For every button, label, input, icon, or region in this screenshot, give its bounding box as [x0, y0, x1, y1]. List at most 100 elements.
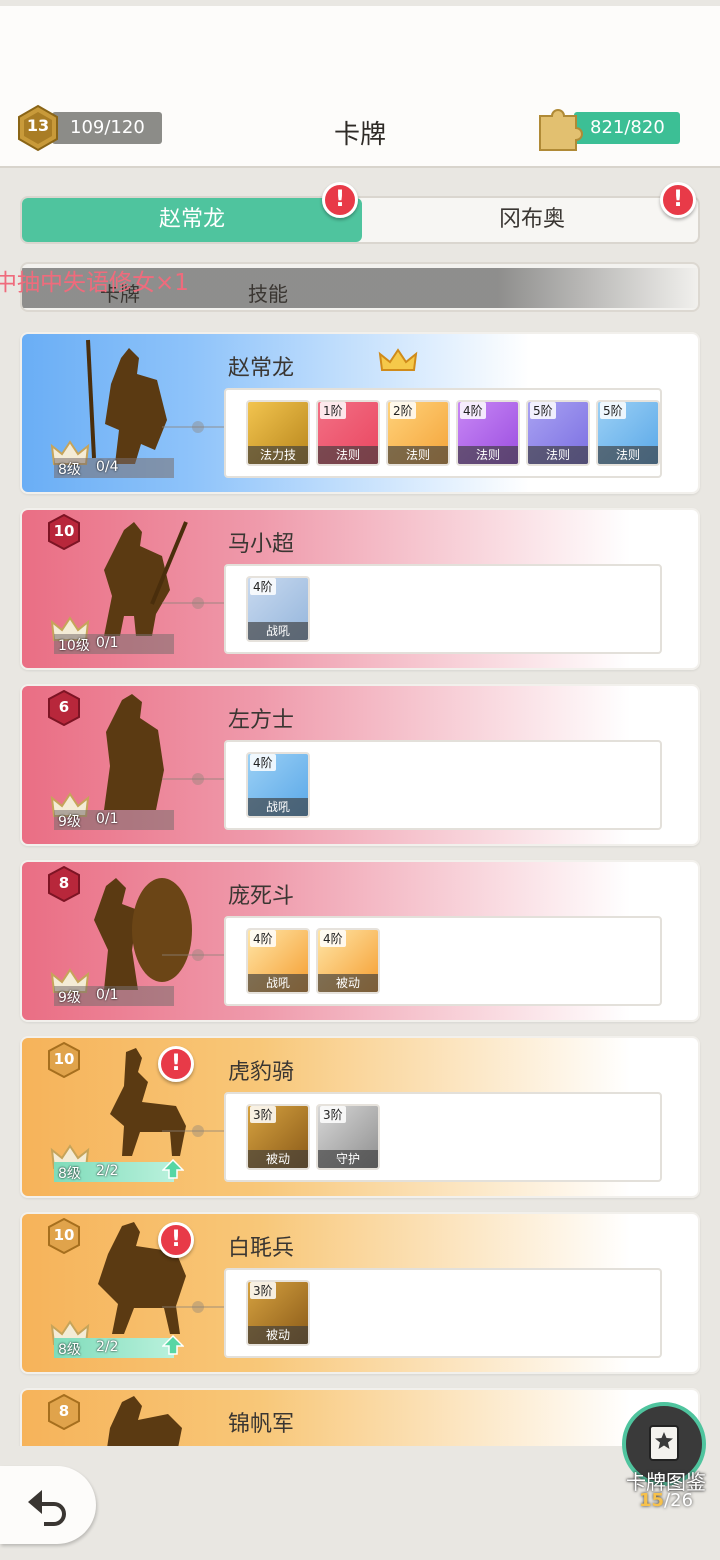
skill-label: 法则 [598, 446, 658, 464]
skill-label: 法则 [318, 446, 378, 464]
skill-label: 被动 [318, 974, 378, 992]
card-name: 马小超 [228, 532, 295, 557]
collection-total: /26 [664, 1490, 694, 1511]
skill-label: 被动 [248, 1150, 308, 1168]
skill-tier: 4阶 [460, 402, 486, 419]
card-row[interactable]: 10 ! 虎豹骑 8级 2/2 3阶被动 3阶守护 [20, 1036, 700, 1198]
bottom-area [0, 1446, 720, 1560]
skill-slot[interactable]: 1阶 法则 [316, 400, 380, 466]
card-level: 10级 [58, 638, 90, 654]
rank-number: 10 [53, 522, 75, 540]
connector-line [162, 773, 226, 785]
card-progress-bar: 10级 0/1 [54, 634, 174, 654]
collection-count: 15/26 [616, 1490, 716, 1511]
skill-slot[interactable]: 5阶法则 [596, 400, 660, 466]
skill-label: 守护 [318, 1150, 378, 1168]
skill-label: 法则 [388, 446, 448, 464]
card-row[interactable]: 10 马小超 10级 0/1 4阶战吼 [20, 508, 700, 670]
alert-icon: ! [322, 182, 358, 218]
card-progress-bar: 8级 2/2 [54, 1162, 174, 1182]
skill-slot[interactable]: 4阶战吼 [246, 576, 310, 642]
card-name: 虎豹骑 [228, 1060, 295, 1085]
card-name: 白毦兵 [228, 1236, 295, 1261]
connector-line [162, 1125, 226, 1137]
status-strip [0, 0, 720, 6]
skill-list: 法力技 1阶 法则 2阶法则 4阶法则 5阶法则 5阶法则 [224, 388, 662, 478]
card-name: 锦帆军 [228, 1412, 295, 1437]
skill-label: 法则 [528, 446, 588, 464]
rank-badge: 8 [48, 1394, 80, 1430]
connector-line [162, 1301, 226, 1313]
skill-slot[interactable]: 3阶守护 [316, 1104, 380, 1170]
card-level: 8级 [58, 1166, 81, 1182]
skill-tier: 2阶 [390, 402, 416, 419]
tab-zhao-changlong[interactable]: 赵常龙 [22, 198, 362, 242]
skill-slot[interactable]: 4阶战吼 [246, 752, 310, 818]
skill-list: 3阶被动 3阶守护 [224, 1092, 662, 1182]
card-count: 2/2 [96, 1163, 119, 1179]
skill-slot[interactable]: 4阶被动 [316, 928, 380, 994]
card-level: 9级 [58, 990, 81, 1006]
skill-slot[interactable]: 3阶 被动 [246, 1280, 310, 1346]
alert-icon: ! [660, 182, 696, 218]
skill-tier: 5阶 [600, 402, 626, 419]
card-progress-bar: 8级 2/2 [54, 1338, 174, 1358]
alert-icon: ! [158, 1046, 194, 1082]
skill-tier: 4阶 [250, 578, 276, 595]
shard-text: 821/820 [590, 117, 665, 138]
rank-badge: 10 [48, 1042, 80, 1078]
subtab-skills[interactable]: 技能 [248, 278, 288, 307]
card-name: 赵常龙 [228, 356, 295, 381]
tab-gangbuao[interactable]: 冈布奥 [362, 198, 702, 242]
skill-tier: 3阶 [250, 1106, 276, 1123]
back-button[interactable] [0, 1466, 96, 1544]
card-count: 0/1 [96, 811, 119, 827]
skill-label: 战吼 [248, 798, 308, 816]
skill-list: 4阶战吼 [224, 564, 662, 654]
puzzle-shard-icon[interactable] [532, 102, 586, 152]
skill-list: 3阶 被动 [224, 1268, 662, 1358]
skill-slot[interactable]: 5阶法则 [526, 400, 590, 466]
upgrade-arrow-icon[interactable] [162, 1334, 184, 1356]
card-level: 9级 [58, 814, 81, 830]
skill-list: 4阶战吼 4阶被动 [224, 916, 662, 1006]
skill-label: 战吼 [248, 622, 308, 640]
skill-slot[interactable]: 法力技 [246, 400, 310, 466]
card-progress-bar: 9级 0/1 [54, 810, 174, 830]
rank-badge: 8 [48, 866, 80, 902]
rank-number: 10 [53, 1050, 75, 1068]
rank-number: 10 [53, 1226, 75, 1244]
skill-tier: 4阶 [250, 930, 276, 947]
card-progress-bar: 8级 0/4 [54, 458, 174, 478]
connector-line [162, 421, 226, 433]
faction-tabs: 赵常龙 冈布奥 [20, 196, 700, 244]
skill-tier: 5阶 [530, 402, 556, 419]
card-row[interactable]: 10 ! 白毦兵 8级 2/2 3阶 被动 [20, 1212, 700, 1374]
skill-tier: 4阶 [250, 754, 276, 771]
card-row[interactable]: 赵常龙 8级 0/4 法力技 1阶 法则 2阶法则 4阶法则 5阶法则 5阶法则 [20, 332, 700, 494]
card-row[interactable]: 8 庞死斗 9级 0/1 4阶战吼 4阶被动 [20, 860, 700, 1022]
skill-slot[interactable]: 2阶法则 [386, 400, 450, 466]
card-progress-bar: 9级 0/1 [54, 986, 174, 1006]
skill-slot[interactable]: 3阶被动 [246, 1104, 310, 1170]
back-arrow-icon [28, 1490, 66, 1526]
card-level: 8级 [58, 1342, 81, 1358]
card-level: 8级 [58, 462, 81, 478]
skill-label: 战吼 [248, 974, 308, 992]
skill-slot[interactable]: 4阶战吼 [246, 928, 310, 994]
skill-tier: 3阶 [320, 1106, 346, 1123]
card-count: 0/4 [96, 459, 119, 475]
skill-label: 法则 [458, 446, 518, 464]
ticker-message: 中抽中失语修女×1 [0, 270, 189, 296]
skill-tier: 4阶 [320, 930, 346, 947]
collection-owned: 15 [638, 1490, 665, 1511]
card-name: 庞死斗 [228, 884, 295, 909]
card-row[interactable]: 6 左方士 9级 0/1 4阶 战吼 [20, 684, 700, 846]
card-count: 2/2 [96, 1339, 119, 1355]
upgrade-arrow-icon[interactable] [162, 1158, 184, 1180]
skill-list: 4阶战吼 [224, 740, 662, 830]
skill-slot[interactable]: 4阶法则 [456, 400, 520, 466]
skill-label: 法力技 [248, 446, 308, 464]
skill-tier: 3阶 [250, 1282, 276, 1299]
rank-badge: 10 [48, 1218, 80, 1254]
